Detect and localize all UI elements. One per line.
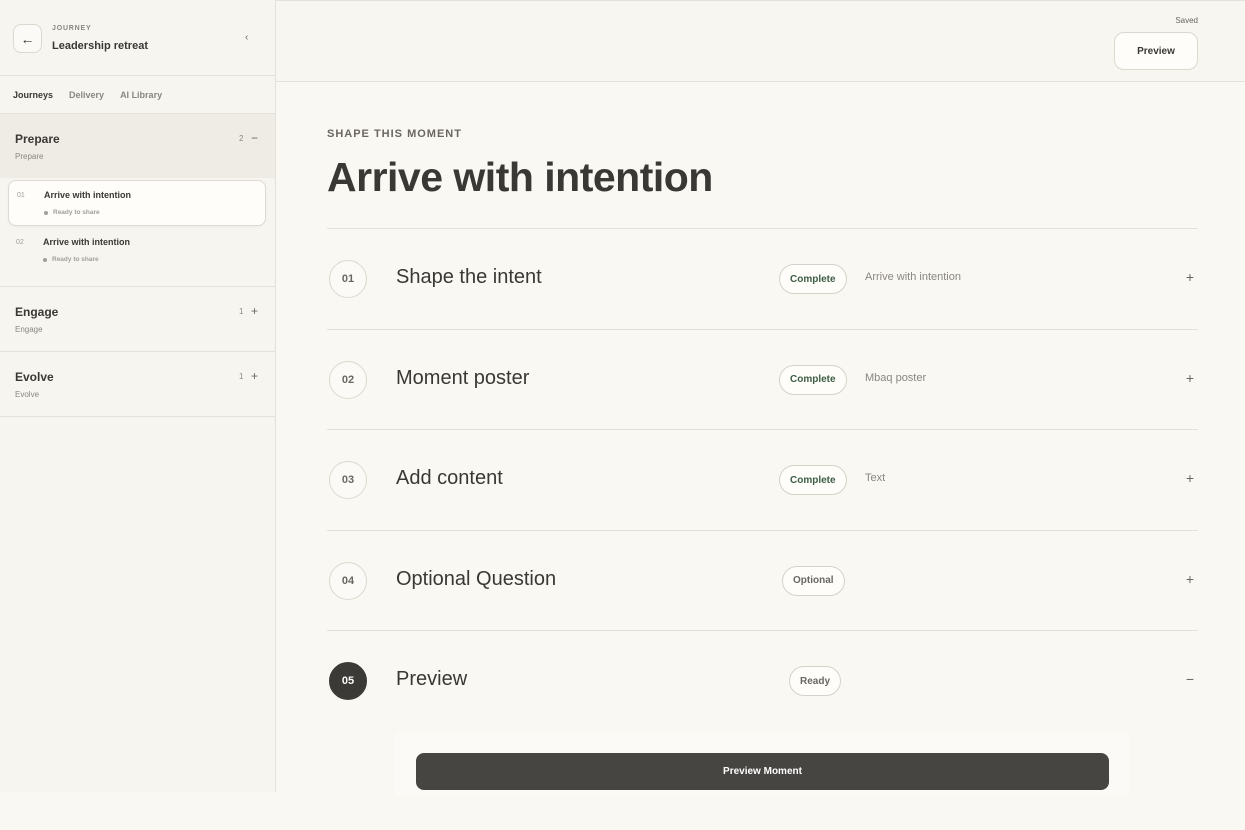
arrow-left-icon: ← <box>20 30 35 47</box>
step-row[interactable]: 04 Optional Question Optional + <box>327 531 1198 631</box>
step-value: Text <box>865 472 886 484</box>
top-bar: Saved Preview <box>276 0 1245 82</box>
step-row[interactable]: 02 Moment poster Complete Mbaq poster + <box>327 330 1198 430</box>
moment-list: 01 Arrive with intention Ready to share … <box>0 178 275 286</box>
status-badge: Optional <box>782 565 845 596</box>
moment-status: Ready to share <box>44 209 100 216</box>
moment-item[interactable]: 02 Arrive with intention Ready to share <box>8 228 266 274</box>
step-number: 01 <box>329 260 367 298</box>
expand-section-button[interactable]: + <box>251 304 258 318</box>
step-value: Mbaq poster <box>865 371 927 384</box>
tab-delivery[interactable]: Delivery <box>69 90 104 100</box>
moment-number: 01 <box>17 192 25 199</box>
tab-journeys[interactable]: Journeys <box>13 90 53 100</box>
section-count: 1 <box>239 372 244 381</box>
sidebar: ← JOURNEY Leadership retreat ‹ Journeys … <box>0 0 276 792</box>
section-engage-header[interactable]: Engage Engage 1 + <box>0 287 275 351</box>
collapse-section-button[interactable]: − <box>251 131 258 145</box>
step-value: Arrive with intention <box>865 271 961 283</box>
step-row[interactable]: 03 Add content Complete Text + <box>327 430 1198 531</box>
collapse-sidebar-button[interactable]: ‹ <box>245 32 248 43</box>
sidebar-tabs: Journeys Delivery AI Library <box>0 76 275 114</box>
step-row[interactable]: 01 Shape the intent Complete Arrive with… <box>327 229 1198 330</box>
moment-item[interactable]: 01 Arrive with intention Ready to share <box>8 180 266 226</box>
back-button[interactable]: ← <box>13 24 42 53</box>
expand-step-button[interactable]: + <box>1186 470 1194 486</box>
page-title: Arrive with intention <box>327 154 713 200</box>
moment-status-text: Ready to share <box>52 256 99 263</box>
journey-title: Leadership retreat <box>52 40 148 52</box>
step-number: 02 <box>329 360 367 399</box>
moment-number: 02 <box>16 239 24 246</box>
expand-step-button[interactable]: + <box>1186 571 1194 587</box>
step-number: 03 <box>329 461 367 499</box>
step-title: Optional Question <box>396 567 557 590</box>
sidebar-header: ← JOURNEY Leadership retreat ‹ <box>0 0 275 76</box>
section-prepare: Prepare Prepare 2 − 01 Arrive with inten… <box>0 114 275 287</box>
section-subtitle: Evolve <box>15 390 40 399</box>
moment-status-text: Ready to share <box>53 209 100 216</box>
step-row[interactable]: 05 Preview Ready − <box>327 631 1198 732</box>
step-title: Shape the intent <box>396 266 542 288</box>
status-badge: Complete <box>779 364 847 395</box>
status-badge: Complete <box>779 465 847 495</box>
status-dot-icon <box>44 210 48 215</box>
chevron-left-icon: ‹ <box>245 32 249 43</box>
step-title: Add content <box>396 467 503 489</box>
section-subtitle: Engage <box>15 325 43 334</box>
moment-title: Arrive with intention <box>44 190 132 200</box>
section-count: 2 <box>239 134 244 143</box>
preview-moment-button[interactable]: Preview Moment <box>416 753 1109 790</box>
status-badge: Ready <box>789 666 842 696</box>
section-count: 1 <box>239 307 244 316</box>
expand-section-button[interactable]: + <box>251 369 258 383</box>
moment-title: Arrive with intention <box>43 237 131 247</box>
preview-button[interactable]: Preview <box>1114 32 1198 70</box>
collapse-step-button[interactable]: − <box>1186 671 1194 687</box>
journey-label: JOURNEY <box>52 25 92 32</box>
section-evolve-header[interactable]: Evolve Evolve 1 + <box>0 352 275 416</box>
step-title: Preview <box>396 668 468 690</box>
section-title: Prepare <box>15 132 60 146</box>
step-list: 01 Shape the intent Complete Arrive with… <box>327 228 1198 732</box>
moment-status: Ready to share <box>43 256 99 263</box>
expand-step-button[interactable]: + <box>1186 269 1194 285</box>
section-evolve: Evolve Evolve 1 + <box>0 352 275 417</box>
section-title: Engage <box>15 305 59 319</box>
status-dot-icon <box>43 257 47 262</box>
page-eyebrow: SHAPE THIS MOMENT <box>327 128 462 140</box>
section-subtitle: Prepare <box>15 152 44 161</box>
save-status: Saved <box>1175 16 1198 25</box>
tab-ai-library[interactable]: AI Library <box>120 90 162 100</box>
section-title: Evolve <box>15 370 54 384</box>
status-badge: Complete <box>779 264 847 294</box>
step-number: 04 <box>329 561 367 600</box>
section-engage: Engage Engage 1 + <box>0 287 275 352</box>
section-prepare-header[interactable]: Prepare Prepare 2 − <box>0 114 275 178</box>
step-title: Moment poster <box>396 366 530 389</box>
expand-step-button[interactable]: + <box>1186 370 1194 386</box>
step-number: 05 <box>329 662 367 700</box>
